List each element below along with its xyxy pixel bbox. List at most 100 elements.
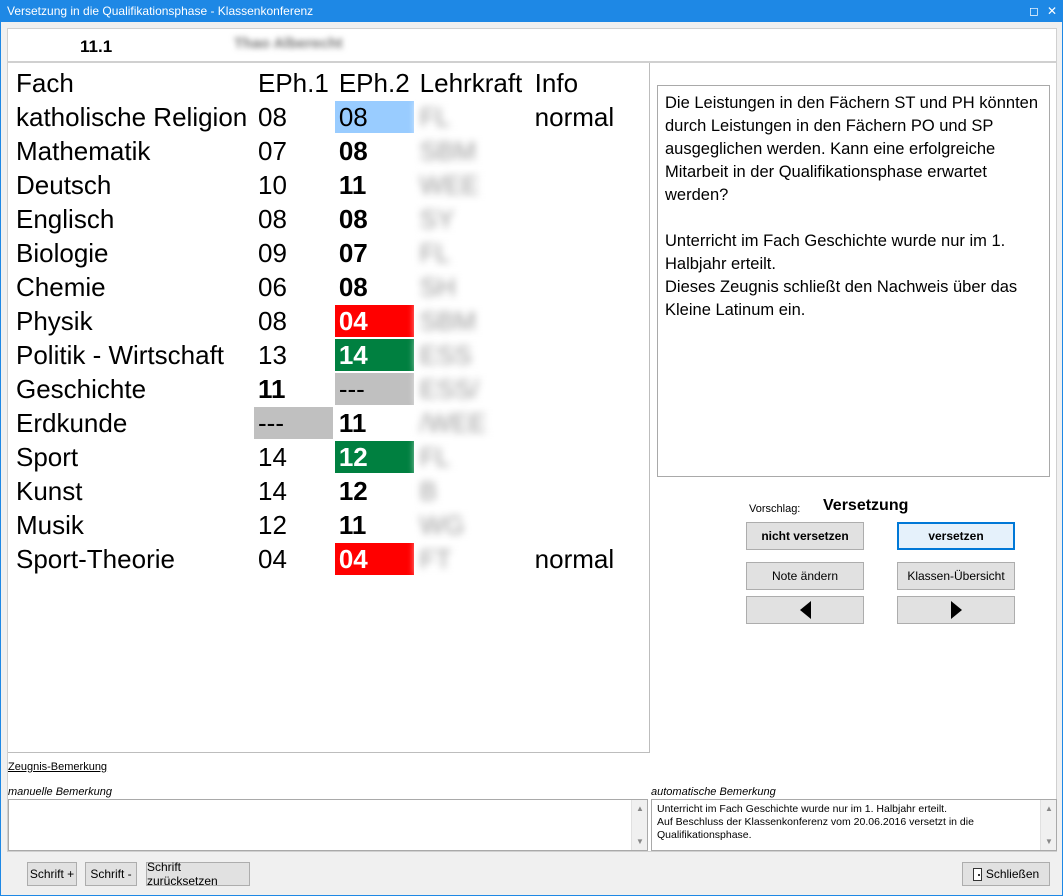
grade-eph2[interactable]: 08 (334, 271, 414, 303)
grade-row[interactable]: Musik 12 11 WG (12, 509, 621, 541)
font-reset-button[interactable]: Schrift zurücksetzen (146, 860, 250, 888)
grade-row[interactable]: Chemie 06 08 SH (12, 271, 621, 303)
grade-eph2[interactable]: 12 (334, 475, 414, 507)
font-decrease-button[interactable]: Schrift - (85, 862, 137, 886)
grade-eph1[interactable]: --- (254, 407, 333, 439)
grade-eph1[interactable]: 12 (254, 509, 333, 541)
grade-eph2[interactable]: 11 (334, 407, 414, 439)
next-student-button[interactable] (897, 596, 1015, 624)
grade-eph2[interactable]: 11 (334, 169, 414, 201)
grade-subject: Sport (12, 441, 252, 473)
grade-eph1[interactable]: 14 (254, 441, 333, 473)
promote-button[interactable]: versetzen (897, 522, 1015, 550)
grade-info (530, 339, 621, 371)
grade-row[interactable]: Physik 08 04 SBM (12, 305, 621, 337)
grade-eph2[interactable]: 08 (334, 101, 414, 133)
manual-remark-text (9, 800, 647, 806)
auto-remark-label: automatische Bemerkung (651, 786, 776, 798)
close-button-label: Schließen (985, 867, 1040, 881)
header-eph2: EPh.2 (334, 67, 414, 99)
grade-eph1[interactable]: 04 (254, 543, 333, 575)
grade-info (530, 237, 621, 269)
grade-row[interactable]: Deutsch 10 11 WEE (12, 169, 621, 201)
grade-eph2[interactable]: 07 (334, 237, 414, 269)
grade-eph2[interactable]: 14 (334, 339, 414, 371)
grade-subject: Mathematik (12, 135, 252, 167)
scroll-up-icon[interactable]: ▲ (1041, 804, 1057, 813)
grade-eph2[interactable]: 08 (334, 203, 414, 235)
grade-teacher: ESS (415, 339, 529, 371)
grade-row[interactable]: Geschichte 11 --- ESS/ (12, 373, 621, 405)
proposal-value: Versetzung (823, 497, 909, 514)
grades-header-row: Fach EPh.1 EPh.2 Lehrkraft Info (12, 67, 621, 99)
grade-eph1[interactable]: 10 (254, 169, 333, 201)
report-remark-link[interactable]: Zeugnis-Bemerkung (8, 761, 107, 773)
info-paragraph-3: Dieses Zeugnis schließt den Nachweis übe… (665, 278, 1018, 319)
header-eph1: EPh.1 (254, 67, 333, 99)
door-icon (972, 867, 982, 881)
title-bar-buttons: ◻ ✕ (1029, 0, 1057, 22)
grade-eph1[interactable]: 13 (254, 339, 333, 371)
grade-subject: Biologie (12, 237, 252, 269)
not-promote-button[interactable]: nicht versetzen (746, 522, 864, 550)
font-increase-button[interactable]: Schrift + (27, 862, 77, 886)
scroll-down-icon[interactable]: ▼ (632, 837, 648, 846)
grade-row[interactable]: Englisch 08 08 SY (12, 203, 621, 235)
grade-eph2[interactable]: 12 (334, 441, 414, 473)
grade-teacher: FT (415, 543, 529, 575)
grade-eph2[interactable]: --- (334, 373, 414, 405)
close-icon[interactable]: ✕ (1047, 5, 1057, 17)
grade-eph2[interactable]: 08 (334, 135, 414, 167)
grades-panel: Fach EPh.1 EPh.2 Lehrkraft Info katholis… (8, 63, 650, 753)
grade-subject: Chemie (12, 271, 252, 303)
class-overview-button[interactable]: Klassen-Übersicht (897, 562, 1015, 590)
grade-teacher: SH (415, 271, 529, 303)
grade-row[interactable]: Sport 14 12 FL (12, 441, 621, 473)
header-teacher: Lehrkraft (415, 67, 529, 99)
grade-eph2[interactable]: 11 (334, 509, 414, 541)
grade-row[interactable]: Erdkunde --- 11/WEE (12, 407, 621, 439)
manual-remark-scrollbar[interactable]: ▲ ▼ (631, 800, 647, 850)
window-title: Versetzung in die Qualifikationsphase - … (7, 4, 314, 18)
maximize-icon[interactable]: ◻ (1029, 5, 1039, 17)
auto-remark-scrollbar[interactable]: ▲ ▼ (1040, 800, 1056, 850)
arrow-right-icon (950, 601, 962, 619)
grade-teacher: WG (415, 509, 529, 541)
title-bar: Versetzung in die Qualifikationsphase - … (0, 0, 1063, 22)
grade-info (530, 441, 621, 473)
grade-eph1[interactable]: 06 (254, 271, 333, 303)
grade-eph1[interactable]: 08 (254, 101, 333, 133)
scroll-up-icon[interactable]: ▲ (632, 804, 648, 813)
grade-eph1[interactable]: 09 (254, 237, 333, 269)
scroll-down-icon[interactable]: ▼ (1041, 837, 1057, 846)
grade-row[interactable]: Politik - Wirtschaft 13 14 ESS (12, 339, 621, 371)
grade-eph1[interactable]: 07 (254, 135, 333, 167)
grade-subject: katholische Religion (12, 101, 252, 133)
grade-teacher: FL (415, 441, 529, 473)
grade-info (530, 509, 621, 541)
grade-subject: Physik (12, 305, 252, 337)
grade-row[interactable]: katholische Religion 08 08 FL normal (12, 101, 621, 133)
grade-eph1[interactable]: 08 (254, 305, 333, 337)
grade-row[interactable]: Biologie 09 07 FL (12, 237, 621, 269)
grade-teacher: ESS/ (415, 373, 529, 405)
grade-teacher: B (415, 475, 529, 507)
manual-remark-field[interactable]: ▲ ▼ (8, 799, 648, 851)
previous-student-button[interactable] (746, 596, 864, 624)
auto-remark-line-2: Auf Beschluss der Klassenkonferenz vom 2… (657, 816, 974, 841)
header-subject: Fach (12, 67, 252, 99)
grade-row[interactable]: Sport-Theorie 04 04 FT normal (12, 543, 621, 575)
grade-eph1[interactable]: 11 (254, 373, 333, 405)
grade-row[interactable]: Mathematik 07 08 SBM (12, 135, 621, 167)
grade-eph2[interactable]: 04 (334, 543, 414, 575)
grade-eph1[interactable]: 14 (254, 475, 333, 507)
close-button[interactable]: Schließen (962, 862, 1050, 886)
grade-subject: Sport-Theorie (12, 543, 252, 575)
grade-row[interactable]: Kunst 14 12 B (12, 475, 621, 507)
auto-remark-field[interactable]: Unterricht im Fach Geschichte wurde nur … (651, 799, 1057, 851)
grade-eph1[interactable]: 08 (254, 203, 333, 235)
grade-eph2[interactable]: 04 (334, 305, 414, 337)
grade-info (530, 203, 621, 235)
grade-teacher: SBM (415, 305, 529, 337)
change-grade-button[interactable]: Note ändern (746, 562, 864, 590)
